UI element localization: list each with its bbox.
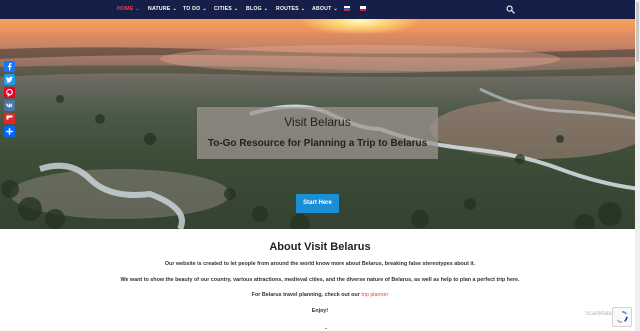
about-enjoy-text: Enjoy!	[311, 308, 329, 314]
chevron-down-icon: ⌄	[135, 6, 140, 12]
about-paragraph-2: We want to show the beauty of our countr…	[120, 277, 520, 283]
twitter-share-button[interactable]	[4, 74, 15, 85]
flipboard-icon	[4, 113, 15, 124]
chevron-down-icon: ⌄	[333, 6, 338, 12]
pinterest-icon	[4, 87, 15, 98]
about-paragraph-3: For Belarus travel planning, check out o…	[0, 292, 640, 298]
nav-cities-label: CITIES	[214, 6, 232, 12]
about-paragraph-1: Our website is created to let people fro…	[164, 261, 476, 267]
nav-blog[interactable]: BLOG ⌄	[246, 6, 268, 12]
scanmate-watermark: ScanMate	[585, 311, 613, 317]
flipboard-share-button[interactable]	[4, 113, 15, 124]
nav-about[interactable]: ABOUT ⌄	[312, 6, 338, 12]
nav-to-do[interactable]: TO DO ⌄	[183, 6, 207, 12]
nav-blog-label: BLOG	[246, 6, 262, 12]
hero-banner: Visit Belarus To-Go Resource for Plannin…	[0, 19, 640, 229]
facebook-share-button[interactable]	[4, 61, 15, 72]
divider-mark	[325, 328, 327, 329]
trip-planner-link[interactable]: trip planner	[361, 292, 388, 298]
nav-routes-label: ROUTES	[276, 6, 299, 12]
nav-nature-label: NATURE	[148, 6, 171, 12]
start-here-button[interactable]: Start Here	[296, 194, 339, 213]
recaptcha-icon	[616, 311, 628, 323]
nav-nature[interactable]: NATURE ⌄	[148, 6, 177, 12]
chevron-down-icon: ⌄	[233, 6, 239, 12]
russian-flag-icon[interactable]	[344, 6, 350, 11]
twitter-icon	[4, 74, 15, 85]
nav-routes[interactable]: ROUTES ⌄	[276, 6, 305, 12]
facebook-icon	[4, 61, 15, 72]
recaptcha-badge[interactable]	[612, 307, 632, 327]
search-icon[interactable]	[506, 5, 515, 14]
vk-icon	[4, 100, 15, 111]
vk-share-button[interactable]	[4, 100, 15, 111]
chevron-down-icon: ⌄	[172, 6, 177, 12]
hero-text-box: Visit Belarus To-Go Resource for Plannin…	[197, 107, 438, 159]
trip-planner-lead-text: For Belarus travel planning, check out o…	[251, 292, 362, 298]
nav-cities[interactable]: CITIES ⌄	[214, 6, 238, 12]
about-heading: About Visit Belarus	[269, 241, 371, 253]
hero-subtitle: To-Go Resource for Planning a Trip to Be…	[207, 138, 428, 149]
nav-home[interactable]: HOME ⌄	[117, 6, 140, 12]
share-plus-icon	[4, 126, 15, 137]
pinterest-share-button[interactable]	[4, 87, 15, 98]
nav-home-label: HOME	[117, 6, 134, 12]
chevron-down-icon: ⌄	[263, 6, 269, 12]
share-more-button[interactable]	[4, 126, 15, 137]
chevron-down-icon: ⌄	[202, 6, 207, 12]
hero-title: Visit Belarus	[284, 115, 351, 129]
nav-about-label: ABOUT	[312, 6, 332, 12]
chevron-down-icon: ⌄	[300, 6, 306, 12]
nav-to-do-label: TO DO	[183, 6, 201, 12]
polish-flag-icon[interactable]	[360, 6, 366, 11]
scrollbar-thumb[interactable]	[636, 2, 639, 62]
top-navbar: HOME ⌄ NATURE ⌄ TO DO ⌄ CITIES ⌄ BLOG ⌄ ROUTE…	[0, 0, 640, 19]
